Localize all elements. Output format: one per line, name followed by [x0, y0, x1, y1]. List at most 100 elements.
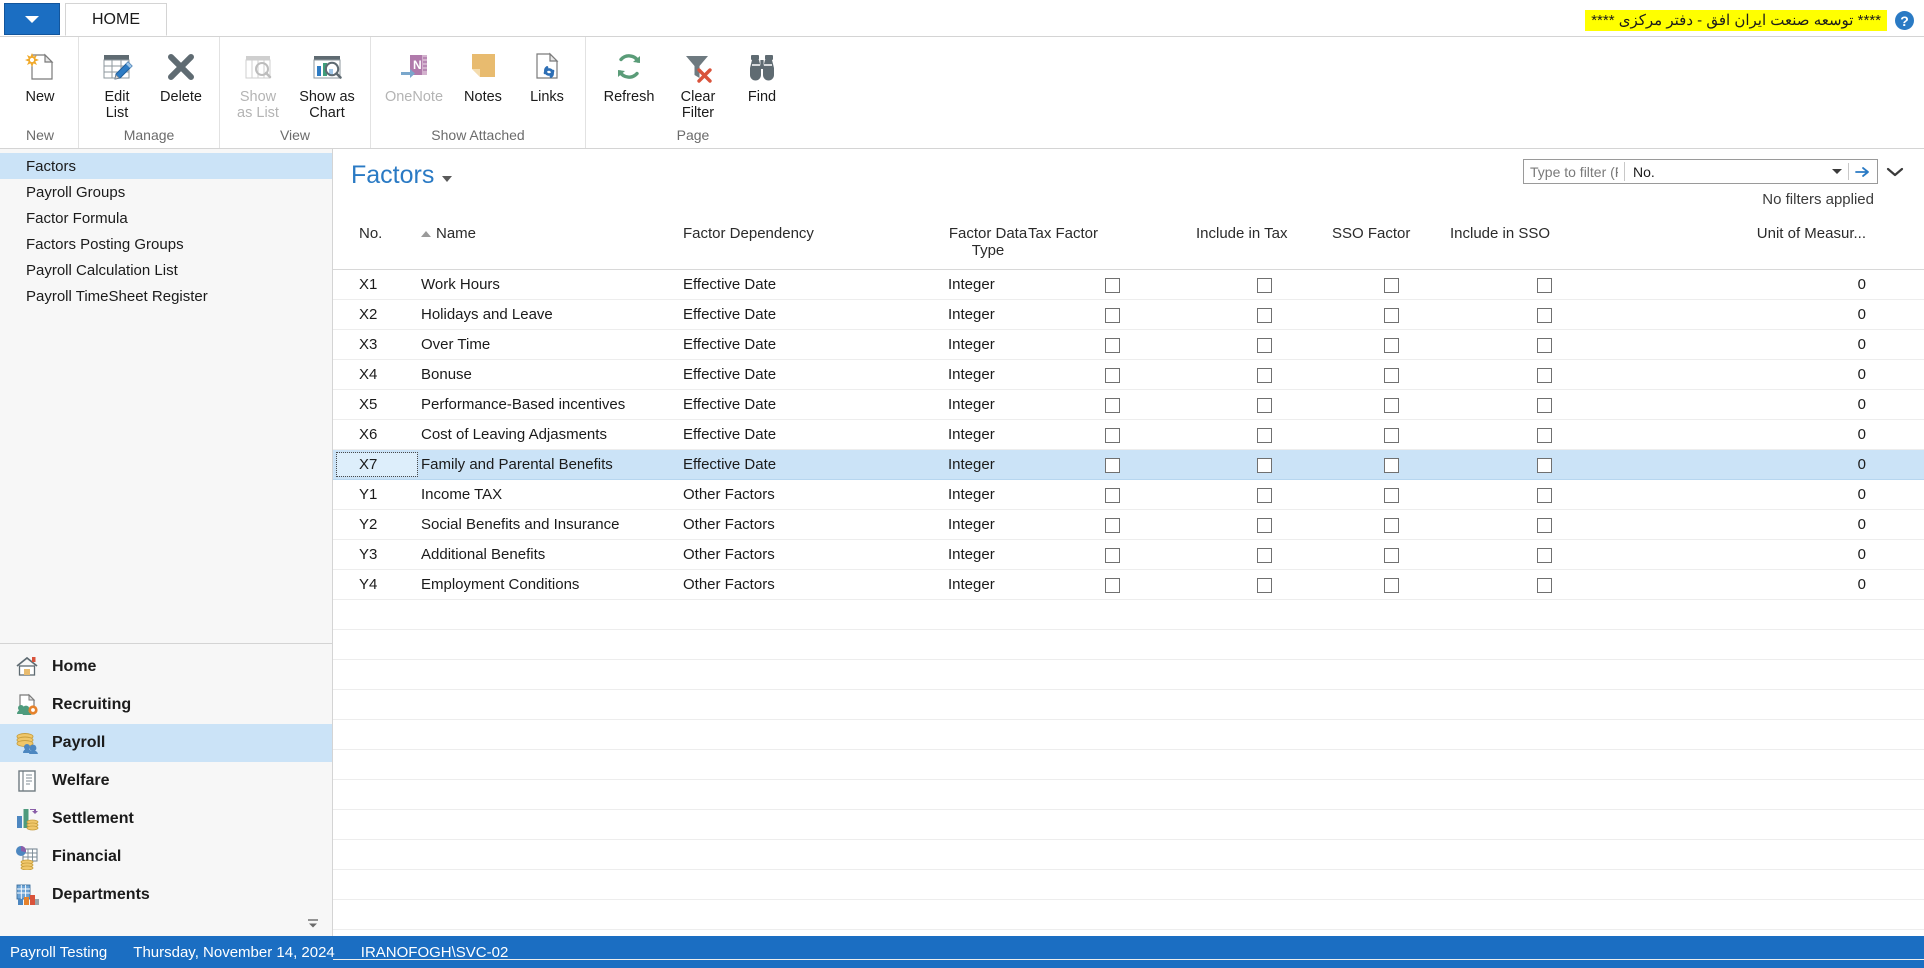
module-item-departments[interactable]: Departments	[0, 876, 332, 914]
cell-factor-dependency[interactable]: Effective Date	[683, 299, 948, 330]
checkbox-include-in-sso[interactable]	[1536, 487, 1552, 503]
filter-expand-chevron-icon[interactable]	[1884, 161, 1906, 183]
cell-factor-data-type[interactable]: Integer	[948, 269, 1028, 300]
cell-name[interactable]: Income TAX	[421, 479, 683, 510]
cell-include-in-sso[interactable]	[1450, 539, 1638, 570]
cell-include-in-tax[interactable]	[1196, 479, 1332, 510]
table-row[interactable]: X6 Cost of Leaving Adjasments Effective Da…	[333, 419, 1924, 450]
sidebar-item-payroll-timesheet-register[interactable]: Payroll TimeSheet Register	[0, 283, 332, 309]
cell-factor-dependency[interactable]: Other Factors	[683, 569, 948, 600]
cell-include-in-tax[interactable]	[1196, 449, 1332, 480]
cell-no[interactable]: X3	[333, 329, 421, 360]
module-item-welfare[interactable]: Welfare	[0, 762, 332, 800]
checkbox-tax-factor[interactable]	[1104, 367, 1120, 383]
cell-tax-factor[interactable]	[1028, 419, 1196, 450]
checkbox-include-in-sso[interactable]	[1536, 307, 1552, 323]
checkbox-include-in-tax[interactable]	[1256, 397, 1272, 413]
checkbox-sso-factor[interactable]	[1383, 277, 1399, 293]
cell-factor-data-type[interactable]: Integer	[948, 329, 1028, 360]
cell-no[interactable]: Y4	[333, 569, 421, 600]
checkbox-sso-factor[interactable]	[1383, 427, 1399, 443]
cell-sso-factor[interactable]	[1332, 449, 1450, 480]
cell-unit-of-measure[interactable]: 0	[1638, 449, 1924, 480]
column-header-include-in-tax[interactable]: Include in Tax	[1196, 219, 1332, 270]
checkbox-sso-factor[interactable]	[1383, 547, 1399, 563]
filter-field-selector[interactable]: No.	[1625, 160, 1826, 183]
cell-include-in-tax[interactable]	[1196, 359, 1332, 390]
checkbox-include-in-tax[interactable]	[1256, 277, 1272, 293]
cell-factor-data-type[interactable]: Integer	[948, 509, 1028, 540]
checkbox-tax-factor[interactable]	[1104, 337, 1120, 353]
sidebar-item-payroll-calculation-list[interactable]: Payroll Calculation List	[0, 257, 332, 283]
cell-sso-factor[interactable]	[1332, 539, 1450, 570]
table-row[interactable]: Y2 Social Benefits and Insurance Other Fac…	[333, 509, 1924, 540]
cell-include-in-sso[interactable]	[1450, 479, 1638, 510]
cell-tax-factor[interactable]	[1028, 269, 1196, 300]
checkbox-include-in-sso[interactable]	[1536, 427, 1552, 443]
cell-no[interactable]: Y3	[333, 539, 421, 570]
cell-unit-of-measure[interactable]: 0	[1638, 539, 1924, 570]
cell-tax-factor[interactable]	[1028, 569, 1196, 600]
cell-tax-factor[interactable]	[1028, 509, 1196, 540]
cell-sso-factor[interactable]	[1332, 269, 1450, 300]
cell-include-in-tax[interactable]	[1196, 389, 1332, 420]
checkbox-include-in-sso[interactable]	[1536, 517, 1552, 533]
module-item-financial[interactable]: Financial	[0, 838, 332, 876]
checkbox-include-in-sso[interactable]	[1536, 367, 1552, 383]
checkbox-include-in-tax[interactable]	[1256, 367, 1272, 383]
checkbox-include-in-sso[interactable]	[1536, 577, 1552, 593]
checkbox-sso-factor[interactable]	[1383, 337, 1399, 353]
cell-unit-of-measure[interactable]: 0	[1638, 269, 1924, 300]
cell-include-in-sso[interactable]	[1450, 509, 1638, 540]
cell-name[interactable]: Family and Parental Benefits	[421, 449, 683, 480]
cell-unit-of-measure[interactable]: 0	[1638, 479, 1924, 510]
cell-include-in-sso[interactable]	[1450, 359, 1638, 390]
cell-include-in-sso[interactable]	[1450, 299, 1638, 330]
refresh-button[interactable]: Refresh	[592, 43, 666, 106]
checkbox-include-in-sso[interactable]	[1536, 457, 1552, 473]
cell-tax-factor[interactable]	[1028, 299, 1196, 330]
cell-no[interactable]: X6	[333, 419, 421, 450]
filter-field-dropdown-icon[interactable]	[1826, 160, 1848, 183]
filter-apply-arrow-icon[interactable]	[1849, 160, 1877, 183]
module-item-home[interactable]: Home	[0, 648, 332, 686]
cell-include-in-tax[interactable]	[1196, 299, 1332, 330]
checkbox-include-in-tax[interactable]	[1256, 517, 1272, 533]
checkbox-tax-factor[interactable]	[1104, 457, 1120, 473]
cell-tax-factor[interactable]	[1028, 359, 1196, 390]
checkbox-sso-factor[interactable]	[1383, 367, 1399, 383]
table-row[interactable]: Y4 Employment Conditions Other Factors Inte…	[333, 569, 1924, 600]
checkbox-sso-factor[interactable]	[1383, 307, 1399, 323]
checkbox-tax-factor[interactable]	[1104, 397, 1120, 413]
table-row[interactable]: X1 Work Hours Effective Date Integer 0	[333, 269, 1924, 300]
cell-factor-dependency[interactable]: Effective Date	[683, 389, 948, 420]
column-header-factor-dependency[interactable]: Factor Dependency	[683, 219, 948, 270]
cell-name[interactable]: Additional Benefits	[421, 539, 683, 570]
table-row[interactable]: Y1 Income TAX Other Factors Integer 0	[333, 479, 1924, 510]
cell-sso-factor[interactable]	[1332, 419, 1450, 450]
checkbox-include-in-tax[interactable]	[1256, 337, 1272, 353]
navigation-overflow-icon[interactable]	[306, 917, 320, 931]
cell-factor-data-type[interactable]: Integer	[948, 569, 1028, 600]
cell-factor-data-type[interactable]: Integer	[948, 359, 1028, 390]
cell-factor-dependency[interactable]: Effective Date	[683, 269, 948, 300]
cell-include-in-tax[interactable]	[1196, 569, 1332, 600]
cell-sso-factor[interactable]	[1332, 389, 1450, 420]
column-header-factor-data-type[interactable]: Factor Data Type	[948, 219, 1028, 270]
cell-name[interactable]: Bonuse	[421, 359, 683, 390]
help-icon[interactable]: ?	[1895, 11, 1914, 30]
table-row[interactable]: X2 Holidays and Leave Effective Date Intege…	[333, 299, 1924, 330]
checkbox-tax-factor[interactable]	[1104, 517, 1120, 533]
cell-factor-data-type[interactable]: Integer	[948, 419, 1028, 450]
checkbox-include-in-sso[interactable]	[1536, 547, 1552, 563]
cell-factor-data-type[interactable]: Integer	[948, 449, 1028, 480]
column-header-no[interactable]: No.	[333, 219, 421, 270]
checkbox-tax-factor[interactable]	[1104, 427, 1120, 443]
sidebar-item-factors[interactable]: Factors	[0, 153, 332, 179]
table-row[interactable]: X7 Family and Parental Benefits Effective …	[333, 449, 1924, 480]
cell-include-in-sso[interactable]	[1450, 269, 1638, 300]
search-input[interactable]	[1524, 160, 1624, 183]
cell-sso-factor[interactable]	[1332, 569, 1450, 600]
cell-factor-dependency[interactable]: Other Factors	[683, 539, 948, 570]
module-item-recruiting[interactable]: Recruiting	[0, 686, 332, 724]
